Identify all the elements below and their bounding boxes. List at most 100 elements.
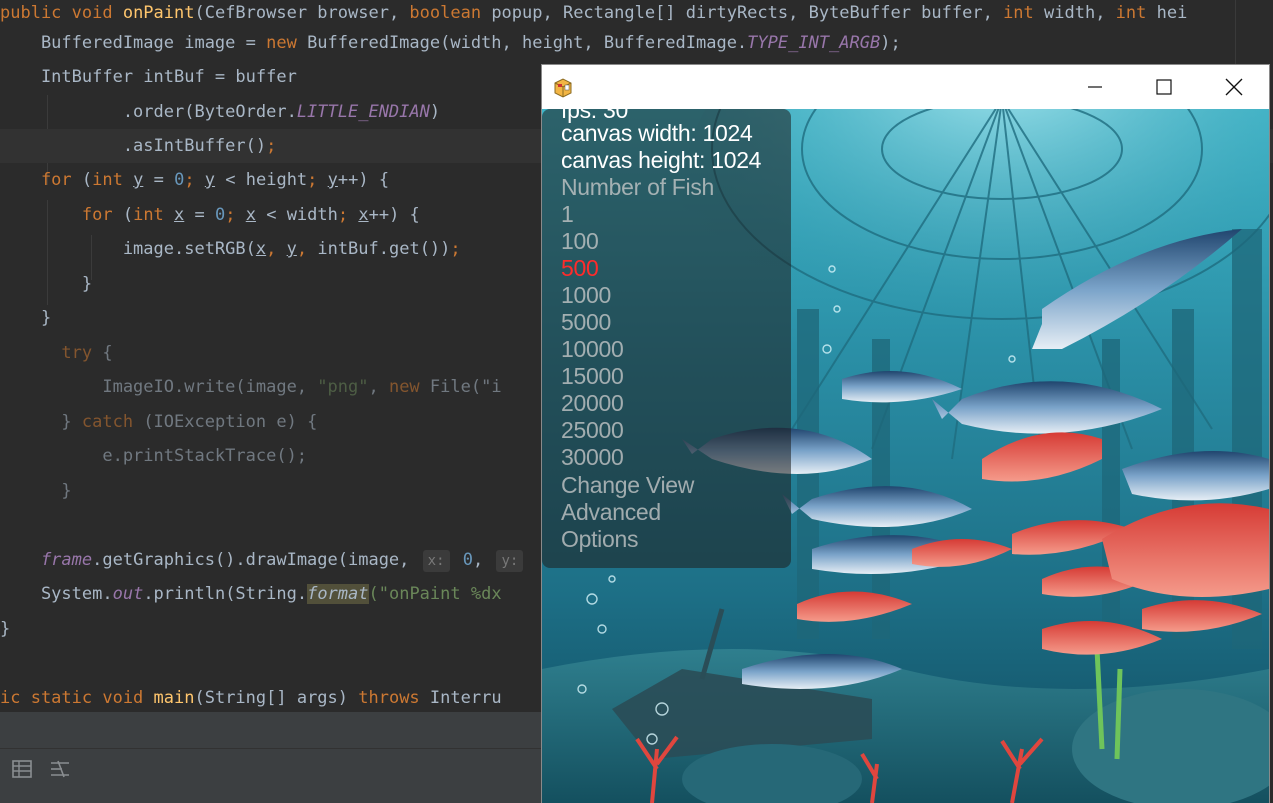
code-token: ,: [368, 377, 389, 397]
fish-count-option-selected[interactable]: 500: [561, 255, 599, 282]
aquarium-app-icon: [552, 76, 574, 98]
code-token: frame: [0, 550, 93, 570]
code-token: main: [153, 688, 195, 708]
code-token: width,: [1044, 3, 1116, 23]
advanced-menu-item[interactable]: Advanced: [561, 499, 661, 526]
code-token: e.printStackTrace();: [0, 446, 308, 466]
code-token: throws: [358, 688, 430, 708]
code-token: ic static void: [0, 688, 154, 708]
maximize-icon: [1156, 79, 1172, 95]
parameter-hint: x:: [422, 550, 450, 572]
code-token: x: [358, 205, 369, 225]
code-token: ;: [450, 239, 461, 259]
fish-count-option[interactable]: 30000: [561, 444, 624, 471]
canvas-width-readout: canvas width: 1024: [561, 120, 753, 146]
code-token: }: [0, 308, 52, 328]
fish-count-option[interactable]: 100: [561, 228, 599, 255]
code-token: y: [327, 170, 338, 190]
code-token: public void: [0, 3, 123, 23]
code-token: }: [0, 274, 93, 294]
code-token: int: [92, 170, 134, 190]
maximize-button[interactable]: [1129, 65, 1199, 109]
minimize-icon: [1088, 86, 1102, 88]
code-token: ;: [184, 170, 205, 190]
canvas-height-readout: canvas height: 1024: [561, 147, 762, 173]
code-token: ("onPaint %dx: [368, 584, 502, 604]
fish-count-option[interactable]: 20000: [561, 390, 624, 417]
code-token: ): [429, 102, 441, 122]
code-token: (CefBrowser browser,: [194, 3, 410, 23]
code-token: x: [255, 239, 267, 259]
code-token: BufferedImage image =: [0, 33, 267, 53]
code-token: .asIntBuffer(): [0, 136, 267, 156]
code-token: .getGraphics().drawImage(image,: [92, 550, 420, 570]
table-icon[interactable]: [12, 760, 32, 778]
close-button[interactable]: [1199, 65, 1269, 109]
code-token: );: [880, 33, 901, 53]
code-token: 0: [215, 205, 226, 225]
number-of-fish-label: Number of Fish: [561, 174, 715, 200]
window-titlebar[interactable]: [542, 65, 1269, 109]
code-token: ,: [266, 239, 287, 259]
code-token: popup, Rectangle[] dirtyRects, ByteBuffe…: [491, 3, 1004, 23]
options-menu-item[interactable]: Options: [561, 526, 638, 553]
code-token: }: [0, 412, 82, 432]
fish-count-option[interactable]: 10000: [561, 336, 624, 363]
fish-count-option[interactable]: 5000: [561, 309, 611, 336]
code-token: ++) {: [368, 205, 420, 225]
code-token: ;: [307, 170, 328, 190]
fish-count-option[interactable]: 1: [561, 201, 574, 228]
parameter-hint: y:: [496, 550, 524, 572]
code-token: hei: [1156, 3, 1188, 23]
code-token: image.setRGB(: [0, 239, 256, 259]
code-token: .order(ByteOrder.: [0, 102, 297, 122]
code-token: }: [0, 481, 72, 501]
code-token: 0: [174, 170, 185, 190]
code-token: TYPE_INT_ARGB: [747, 33, 881, 53]
code-token: for: [0, 170, 82, 190]
minimize-button[interactable]: [1060, 65, 1130, 109]
code-token: y: [286, 239, 297, 259]
code-token: ImageIO.write(image,: [0, 377, 318, 397]
change-view-menu-item[interactable]: Change View: [561, 472, 694, 499]
code-token: {: [102, 343, 113, 363]
list-settings-icon[interactable]: [50, 760, 70, 778]
code-line[interactable]: BufferedImage image = new BufferedImage(…: [0, 26, 1273, 60]
fish-count-option[interactable]: 1000: [561, 282, 611, 309]
code-token: y: [204, 170, 216, 190]
code-token: IntBuffer intBuf = buffer: [0, 67, 297, 87]
code-token: x: [174, 205, 185, 225]
code-token: intBuf.get()): [317, 239, 451, 259]
fish-count-option[interactable]: 15000: [561, 363, 624, 390]
code-token: int: [1115, 3, 1157, 23]
code-token: try: [0, 343, 103, 363]
code-token: x: [245, 205, 256, 225]
close-icon: [1225, 78, 1243, 96]
code-token: ,: [296, 239, 318, 259]
code-token: ;: [266, 136, 277, 156]
ide-bottom-panel: [0, 712, 541, 803]
code-token: y: [133, 170, 144, 190]
code-token: .println(String.: [143, 584, 308, 604]
code-token: int: [1003, 3, 1045, 23]
code-token: System.: [0, 584, 113, 604]
code-token: new: [388, 377, 430, 397]
code-token: (: [81, 170, 93, 190]
code-token: ;: [225, 205, 246, 225]
code-token: new: [266, 33, 308, 53]
code-token: for: [0, 205, 123, 225]
code-token: ++) {: [337, 170, 390, 190]
aquarium-window[interactable]: fps: 30 canvas width: 1024 canvas height…: [541, 64, 1270, 803]
code-token: (: [122, 205, 134, 225]
fish-count-option[interactable]: 25000: [561, 417, 624, 444]
bottom-toolbar: [0, 749, 541, 803]
code-token: 0: [452, 550, 473, 570]
code-token: }: [0, 619, 11, 639]
code-token: < height: [215, 170, 308, 190]
aquarium-hud: fps: 30 canvas width: 1024 canvas height…: [542, 109, 791, 568]
code-token: onPaint: [122, 3, 195, 23]
code-token: boolean: [409, 3, 492, 23]
aquarium-canvas[interactable]: fps: 30 canvas width: 1024 canvas height…: [542, 109, 1269, 803]
code-token: ;: [337, 205, 359, 225]
code-token: ,: [472, 550, 494, 570]
